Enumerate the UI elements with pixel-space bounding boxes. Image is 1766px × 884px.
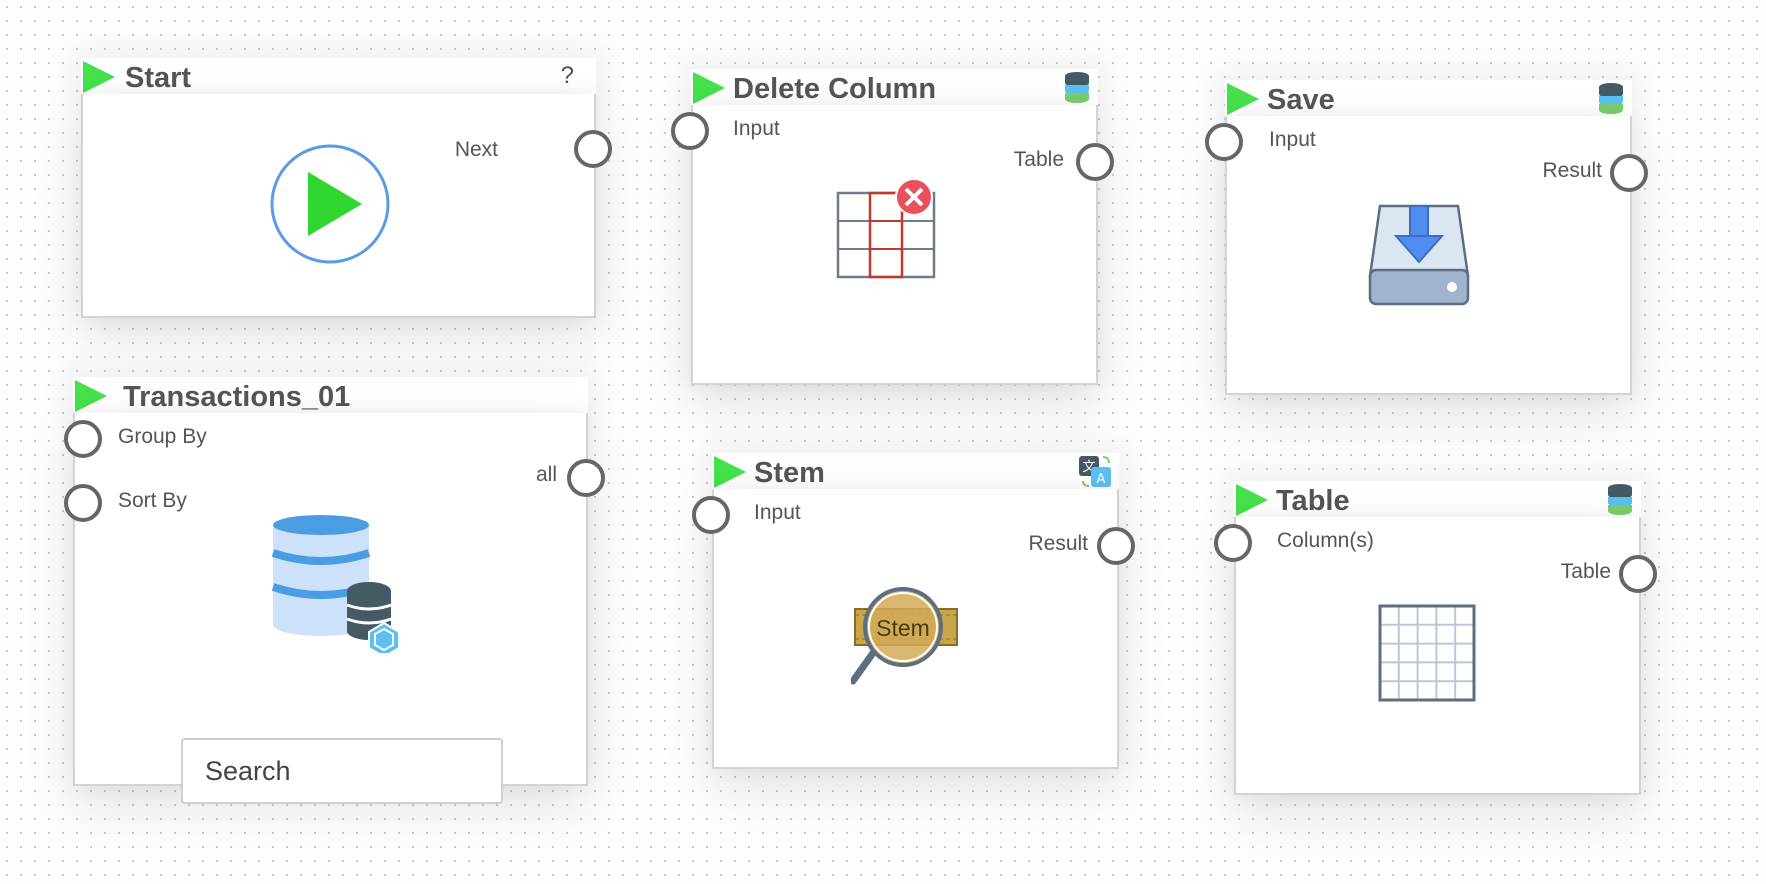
port-label-all: all xyxy=(535,463,557,486)
run-icon[interactable] xyxy=(693,72,725,104)
port-label-group-by: Group By xyxy=(118,425,207,448)
port-label-input: Input xyxy=(733,117,780,140)
output-port-next[interactable] xyxy=(574,130,612,168)
database-stack-icon xyxy=(1608,484,1632,515)
node-transactions[interactable]: Transactions_01 Group By Sort By all xyxy=(64,377,605,804)
node-save[interactable]: Save Input Result xyxy=(1205,80,1648,395)
port-label-table: Table xyxy=(1013,148,1064,171)
workflow-canvas[interactable]: { "canvas": { "nodes": { "start": { "tit… xyxy=(0,0,1766,884)
database-stack-icon xyxy=(1065,72,1089,103)
input-port-input[interactable] xyxy=(1205,123,1243,161)
port-label-sort-by: Sort By xyxy=(118,489,187,512)
output-port-result[interactable] xyxy=(1610,154,1648,192)
play-circle-icon[interactable] xyxy=(268,142,392,266)
node-title: Table xyxy=(1276,485,1350,517)
input-port-input[interactable] xyxy=(692,496,730,534)
port-label-table: Table xyxy=(1560,560,1611,583)
database-stack-icon xyxy=(1599,83,1623,114)
node-header[interactable]: Delete Column xyxy=(691,69,1098,107)
run-icon[interactable] xyxy=(714,456,746,488)
save-drive-icon xyxy=(1368,204,1470,306)
table-grid-icon xyxy=(1378,604,1476,702)
node-title: Delete Column xyxy=(733,73,937,105)
node-body: Column(s) Table xyxy=(1234,517,1641,795)
input-port-input[interactable] xyxy=(671,112,709,150)
svg-text:A: A xyxy=(1097,472,1106,487)
output-port-table[interactable] xyxy=(1619,555,1657,593)
node-body: Group By Sort By all xyxy=(73,413,588,804)
node-start[interactable]: Start ? Next xyxy=(81,58,612,318)
port-label-result: Result xyxy=(1542,159,1602,182)
port-label-input: Input xyxy=(1269,128,1316,151)
node-header[interactable]: Stem 文 A xyxy=(712,453,1119,491)
node-header[interactable]: Table xyxy=(1234,481,1641,519)
node-body: Input Table xyxy=(691,105,1098,385)
node-stem[interactable]: Stem 文 A Input Result Stem xyxy=(692,453,1135,769)
node-delete-column[interactable]: Delete Column Input Table xyxy=(671,69,1114,385)
input-port-sort-by[interactable] xyxy=(64,484,102,522)
port-label-result: Result xyxy=(1028,532,1088,555)
input-port-group-by[interactable] xyxy=(64,420,102,458)
run-icon[interactable] xyxy=(83,61,115,93)
run-icon[interactable] xyxy=(75,380,107,412)
node-body: Input Result xyxy=(1225,116,1632,395)
stem-magnifier-icon: Stem xyxy=(851,587,958,685)
run-icon[interactable] xyxy=(1236,484,1268,516)
run-icon[interactable] xyxy=(1227,83,1259,115)
node-body: Input Result Stem xyxy=(712,489,1119,769)
help-icon[interactable]: ? xyxy=(561,62,574,90)
output-port-result[interactable] xyxy=(1097,527,1135,565)
node-table[interactable]: Table Column(s) Table xyxy=(1214,481,1657,795)
translate-icon: 文 A xyxy=(1079,456,1111,487)
output-port-all[interactable] xyxy=(567,459,605,497)
node-header[interactable]: Transactions_01 xyxy=(73,377,588,415)
node-title: Save xyxy=(1267,84,1335,116)
node-title: Start xyxy=(125,62,192,94)
node-header[interactable]: Start ? xyxy=(81,58,596,96)
delete-column-table-icon xyxy=(836,178,936,279)
input-port-columns[interactable] xyxy=(1214,524,1252,562)
node-title: Stem xyxy=(754,457,825,489)
port-label-columns: Column(s) xyxy=(1277,529,1374,552)
output-port-table[interactable] xyxy=(1076,143,1114,181)
node-body: Next xyxy=(81,94,596,318)
stem-icon-label: Stem xyxy=(876,615,930,641)
port-label-input: Input xyxy=(754,501,801,524)
node-header[interactable]: Save xyxy=(1225,80,1632,118)
database-icon xyxy=(271,515,400,653)
search-input[interactable] xyxy=(181,738,503,804)
node-title: Transactions_01 xyxy=(123,381,351,413)
